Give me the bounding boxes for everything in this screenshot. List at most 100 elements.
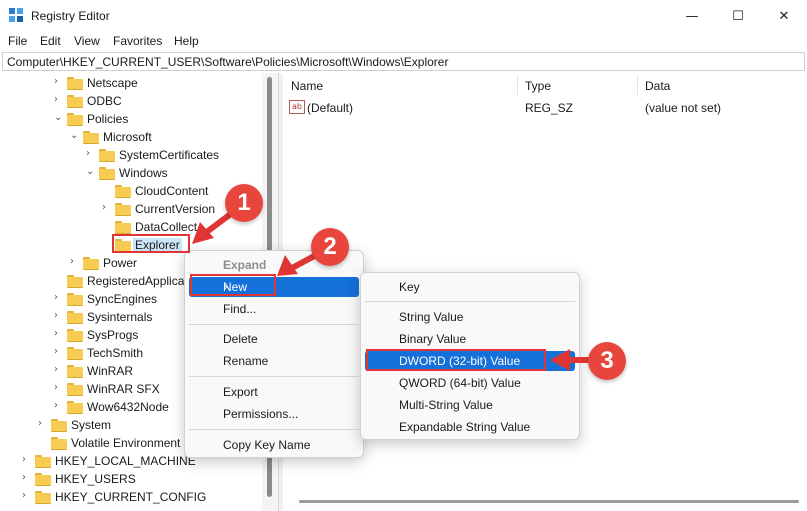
- tree-node[interactable]: › HKEY_CURRENT_CONFIG: [22, 488, 222, 506]
- tree-node[interactable]: › HKEY_USERS: [22, 470, 222, 488]
- chevron-right-icon[interactable]: ›: [54, 346, 64, 358]
- minimize-button[interactable]: —: [669, 0, 715, 32]
- registry-editor-icon: [9, 8, 23, 22]
- chevron-right-icon[interactable]: [102, 184, 112, 196]
- menu-edit[interactable]: Edit: [40, 34, 61, 48]
- column-header-type[interactable]: Type: [525, 79, 551, 93]
- menu-item-rename[interactable]: Rename: [189, 351, 359, 371]
- menu-item-permissions-label: Permissions...: [223, 407, 299, 421]
- menu-item-rename-label: Rename: [223, 354, 269, 368]
- chevron-right-icon[interactable]: ›: [54, 400, 64, 412]
- menu-favorites[interactable]: Favorites: [113, 34, 162, 48]
- chevron-down-icon[interactable]: ⌄: [70, 130, 80, 142]
- menu-separator: [189, 376, 359, 377]
- submenu-item-string-value-label: String Value: [399, 310, 464, 324]
- chevron-right-icon[interactable]: ›: [22, 454, 32, 466]
- chevron-right-icon[interactable]: ›: [102, 202, 112, 214]
- menu-item-export[interactable]: Export: [189, 382, 359, 402]
- tree-node[interactable]: ⌄ Policies: [54, 110, 254, 128]
- tree-node-label: SystemCertificates: [119, 148, 220, 162]
- chevron-right-icon[interactable]: ›: [54, 382, 64, 394]
- folder-icon: [83, 257, 99, 270]
- tree-node-label: Netscape: [87, 76, 138, 90]
- submenu-item-expandable-string-value-label: Expandable String Value: [399, 420, 531, 434]
- tree-node-label: ODBC: [87, 94, 122, 108]
- folder-icon: [67, 347, 83, 360]
- tree-node-label: HKEY_CURRENT_CONFIG: [55, 490, 207, 504]
- chevron-right-icon[interactable]: ›: [54, 76, 64, 88]
- chevron-right-icon[interactable]: ›: [54, 310, 64, 322]
- address-bar[interactable]: Computer\HKEY_CURRENT_USER\Software\Poli…: [2, 52, 805, 71]
- title-bar: Registry Editor — ☐ ✕: [0, 0, 807, 32]
- tree-node-label: CloudContent: [135, 184, 209, 198]
- menu-file[interactable]: File: [8, 34, 27, 48]
- chevron-right-icon[interactable]: ›: [22, 472, 32, 484]
- tree-node-label: System: [71, 418, 112, 432]
- list-horizontal-scrollbar[interactable]: [283, 491, 807, 511]
- chevron-right-icon[interactable]: [102, 238, 112, 250]
- chevron-right-icon[interactable]: ›: [86, 148, 96, 160]
- folder-icon: [51, 437, 67, 450]
- menu-help[interactable]: Help: [174, 34, 199, 48]
- chevron-down-icon[interactable]: ⌄: [86, 166, 96, 178]
- tree-node-label: TechSmith: [87, 346, 144, 360]
- column-header-name[interactable]: Name: [291, 79, 323, 93]
- folder-icon: [67, 275, 83, 288]
- folder-icon: [99, 167, 115, 180]
- value-name: (Default): [307, 101, 354, 115]
- address-path: Computer\HKEY_CURRENT_USER\Software\Poli…: [7, 55, 449, 69]
- submenu-item-qword-value-label: QWORD (64-bit) Value: [399, 376, 521, 390]
- tree-node[interactable]: › SystemCertificates: [86, 146, 278, 164]
- folder-icon: [115, 221, 131, 234]
- chevron-right-icon[interactable]: ›: [70, 256, 80, 268]
- menu-item-copy-key-name[interactable]: Copy Key Name: [189, 435, 359, 455]
- value-row[interactable]: ab (Default) REG_SZ (value not set): [283, 99, 807, 117]
- chevron-right-icon[interactable]: ›: [54, 94, 64, 106]
- menu-item-delete[interactable]: Delete: [189, 329, 359, 349]
- tree-node-label: Microsoft: [103, 130, 152, 144]
- folder-icon: [67, 95, 83, 108]
- folder-icon: [51, 419, 67, 432]
- close-button[interactable]: ✕: [761, 0, 807, 32]
- window-title: Registry Editor: [31, 9, 110, 23]
- chevron-right-icon[interactable]: [54, 274, 64, 286]
- list-scrollbar-thumb[interactable]: [299, 500, 799, 503]
- tree-node-label: Windows: [119, 166, 168, 180]
- column-divider[interactable]: [517, 75, 518, 95]
- folder-icon: [67, 113, 83, 126]
- menu-view[interactable]: View: [74, 34, 100, 48]
- column-divider[interactable]: [637, 75, 638, 95]
- chevron-right-icon[interactable]: ›: [54, 364, 64, 376]
- chevron-right-icon[interactable]: ›: [54, 292, 64, 304]
- chevron-right-icon[interactable]: [38, 436, 48, 448]
- submenu-item-string-value[interactable]: String Value: [365, 307, 575, 327]
- chevron-right-icon[interactable]: ›: [54, 328, 64, 340]
- maximize-button[interactable]: ☐: [715, 0, 761, 32]
- submenu-item-binary-value[interactable]: Binary Value: [365, 329, 575, 349]
- chevron-right-icon[interactable]: ›: [22, 490, 32, 502]
- menu-bar: File Edit View Favorites Help: [0, 32, 807, 52]
- folder-icon: [35, 455, 51, 468]
- submenu-item-multi-string-value[interactable]: Multi-String Value: [365, 395, 575, 415]
- folder-icon: [67, 383, 83, 396]
- chevron-down-icon[interactable]: ⌄: [54, 112, 64, 124]
- chevron-right-icon[interactable]: [102, 220, 112, 232]
- submenu-item-key[interactable]: Key: [365, 277, 575, 297]
- tree-node[interactable]: › ODBC: [54, 92, 254, 110]
- column-header-data[interactable]: Data: [645, 79, 670, 93]
- tree-node[interactable]: › Netscape: [54, 74, 254, 92]
- highlight-box-explorer: [112, 234, 190, 253]
- folder-icon: [67, 311, 83, 324]
- folder-icon: [35, 473, 51, 486]
- folder-icon: [67, 329, 83, 342]
- tree-node[interactable]: ⌄ Microsoft: [70, 128, 270, 146]
- highlight-box-new: [190, 274, 276, 296]
- submenu-item-key-label: Key: [399, 280, 420, 294]
- chevron-right-icon[interactable]: ›: [38, 418, 48, 430]
- menu-item-find[interactable]: Find...: [189, 299, 359, 319]
- menu-item-permissions[interactable]: Permissions...: [189, 404, 359, 424]
- tree-node[interactable]: ⌄ Windows: [86, 164, 278, 182]
- folder-icon: [67, 293, 83, 306]
- submenu-item-qword-value[interactable]: QWORD (64-bit) Value: [365, 373, 575, 393]
- submenu-item-expandable-string-value[interactable]: Expandable String Value: [365, 417, 575, 437]
